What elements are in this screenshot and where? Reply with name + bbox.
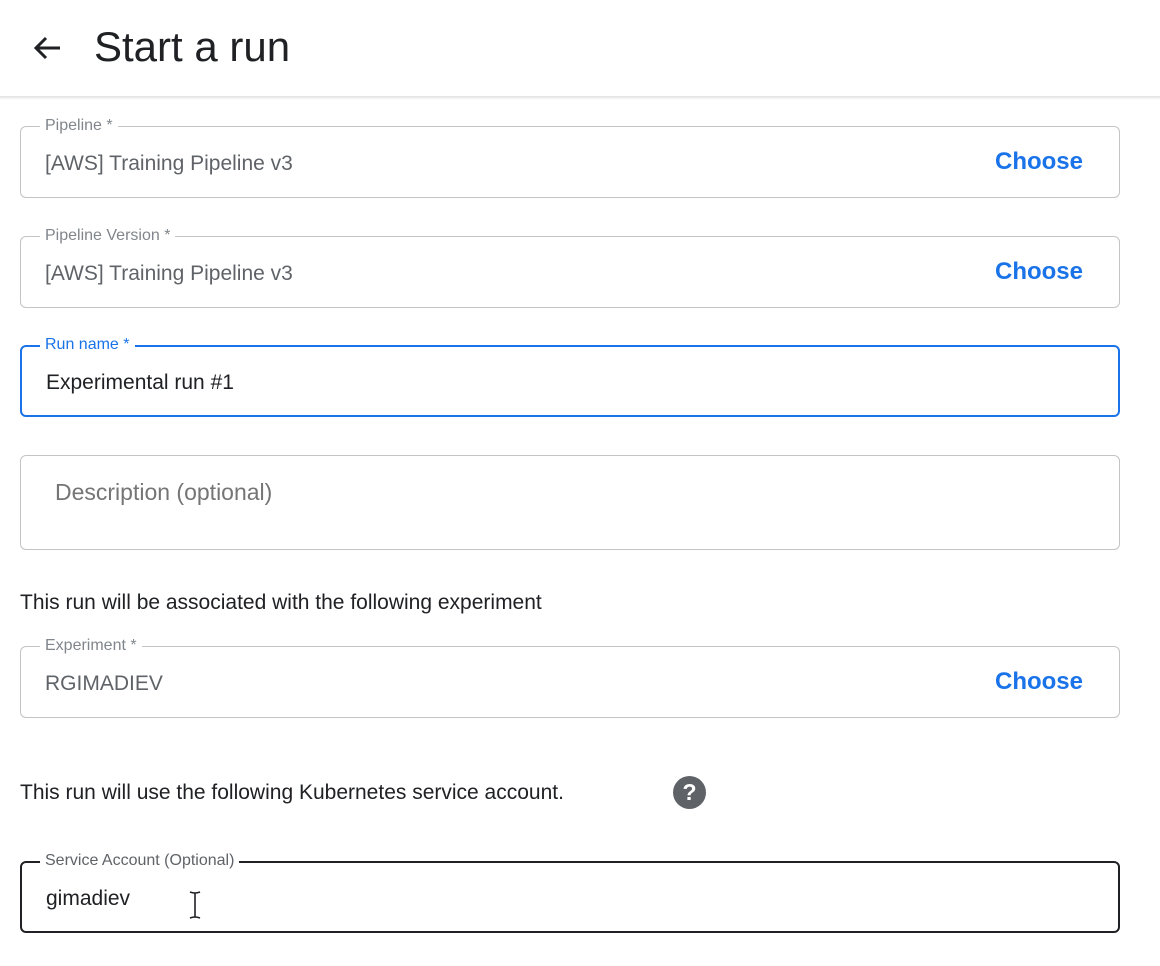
page-title: Start a run (94, 23, 291, 70)
experiment-label: Experiment * (40, 637, 142, 655)
description-placeholder: Description (optional) (55, 479, 273, 505)
experiment-field[interactable]: Experiment * RGIMADIEV Choose (20, 637, 1120, 718)
run-name-input[interactable]: Run name * Experimental run #1 (20, 336, 1120, 417)
pipeline-label: Pipeline * (40, 117, 118, 135)
experiment-value: RGIMADIEV (45, 672, 163, 695)
pipeline-version-label: Pipeline Version * (40, 227, 176, 245)
header-divider (0, 96, 1160, 100)
help-icon[interactable]: ? (673, 776, 706, 809)
choose-pipeline-button[interactable]: Choose (995, 148, 1083, 176)
pipeline-field[interactable]: Pipeline * [AWS] Training Pipeline v3 Ch… (20, 117, 1120, 198)
run-name-label: Run name * (40, 336, 135, 354)
run-name-value: Experimental run #1 (46, 371, 234, 394)
pipeline-value: [AWS] Training Pipeline v3 (45, 152, 293, 175)
service-account-label: Service Account (Optional) (40, 852, 240, 870)
choose-experiment-button[interactable]: Choose (995, 668, 1083, 696)
text-cursor-icon (189, 891, 201, 919)
back-button[interactable] (28, 28, 68, 68)
service-account-info-text: This run will use the following Kubernet… (20, 781, 564, 804)
service-account-value: gimadiev (46, 887, 131, 910)
pipeline-version-value: [AWS] Training Pipeline v3 (45, 262, 293, 285)
pipeline-version-field[interactable]: Pipeline Version * [AWS] Training Pipeli… (20, 227, 1120, 308)
experiment-info-text: This run will be associated with the fol… (20, 591, 542, 614)
page-header: Start a run (0, 0, 1160, 96)
service-account-input[interactable]: Service Account (Optional) gimadiev (20, 852, 1120, 933)
choose-pipeline-version-button[interactable]: Choose (995, 258, 1083, 286)
arrow-left-icon (33, 36, 60, 60)
description-input[interactable]: Description (optional) (20, 455, 1120, 550)
